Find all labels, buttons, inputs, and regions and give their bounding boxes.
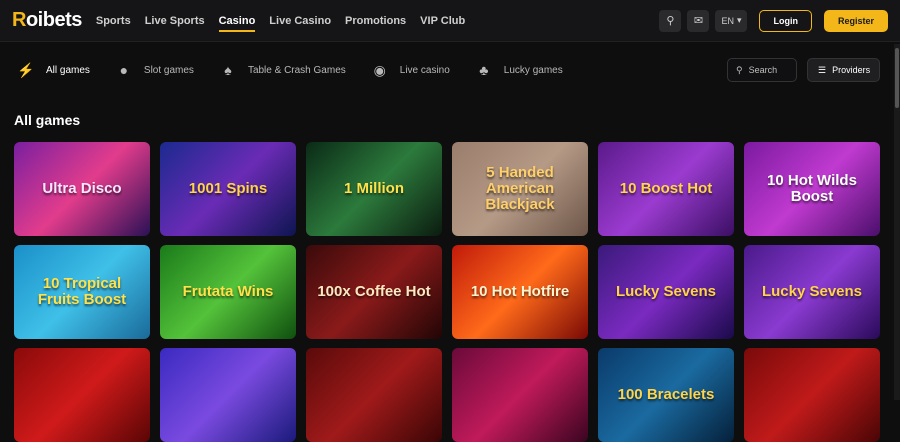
game-tile[interactable]: Lucky Sevens [744, 245, 880, 339]
game-tile[interactable] [160, 348, 296, 442]
search-placeholder: Search [748, 65, 778, 75]
category-label: Live casino [399, 64, 450, 76]
nav-vip-club[interactable]: VIP Club [420, 2, 465, 40]
chip-icon: ◉ [373, 61, 386, 78]
top-navbar: Roibets Sports Live Sports Casino Live C… [0, 0, 900, 42]
game-title: Lucky Sevens [761, 283, 863, 301]
game-title: 10 Tropical Fruits Boost [37, 275, 127, 308]
category-live-casino[interactable]: ◉ Live casino [368, 58, 450, 82]
page-scrollbar[interactable] [894, 44, 900, 400]
game-tile[interactable] [744, 348, 880, 442]
chat-icon[interactable]: ✉ [687, 9, 710, 32]
game-tile[interactable]: 10 Hot Hotfire [452, 245, 588, 339]
game-tile[interactable]: Ultra Disco [14, 142, 150, 236]
game-tile[interactable] [14, 348, 150, 442]
cherry-icon: ● [119, 62, 129, 78]
game-title: 10 Hot Wilds Boost [767, 172, 857, 205]
main-nav: Sports Live Sports Casino Live Casino Pr… [96, 2, 479, 40]
scrollbar-thumb[interactable] [895, 48, 899, 108]
category-label: Slot games [143, 64, 194, 76]
category-table-crash-games[interactable]: ♠ Table & Crash Games [216, 58, 346, 82]
chevron-down-icon: ▾ [736, 15, 742, 25]
category-label: All games [46, 64, 90, 76]
game-tile[interactable] [452, 348, 588, 442]
game-title: 10 Hot Hotfire [470, 283, 570, 301]
game-tile[interactable]: 1 Million [306, 142, 442, 236]
game-title: 1001 Spins [188, 180, 268, 198]
game-title: Frutata Wins [182, 283, 274, 301]
list-icon: ☰ [818, 64, 827, 75]
search-icon[interactable]: ⚲ [659, 9, 682, 32]
clover-icon: ♣ [479, 62, 489, 78]
game-title: 10 Boost Hot [619, 180, 713, 198]
game-tile[interactable]: 100 Bracelets [598, 348, 734, 442]
category-label: Lucky games [503, 64, 563, 76]
game-title: Lucky Sevens [615, 283, 717, 301]
game-tile[interactable]: 100x Coffee Hot [306, 245, 442, 339]
game-tile[interactable]: 10 Boost Hot [598, 142, 734, 236]
game-title: Ultra Disco [42, 180, 122, 198]
lightning-icon: ⚡ [17, 61, 35, 78]
search-icon: ⚲ [736, 64, 743, 75]
nav-sports[interactable]: Sports [96, 2, 131, 40]
category-all-games[interactable]: ⚡ All games [14, 58, 90, 82]
game-title: 100 Bracelets [617, 386, 715, 404]
top-right-actions: ⚲ ✉ EN ▾ Login Register [659, 9, 888, 32]
nav-casino[interactable]: Casino [218, 2, 255, 40]
providers-label: Providers [832, 65, 871, 75]
game-tile[interactable]: 5 Handed American Blackjack [452, 142, 588, 236]
section-title: All games [14, 112, 81, 128]
game-tile[interactable]: 1001 Spins [160, 142, 296, 236]
game-tile[interactable]: 10 Hot Wilds Boost [744, 142, 880, 236]
category-label: Table & Crash Games [247, 64, 346, 76]
game-tile[interactable]: Lucky Sevens [598, 245, 734, 339]
logo-initial: R [12, 9, 26, 31]
login-button[interactable]: Login [759, 9, 812, 32]
nav-live-casino[interactable]: Live Casino [269, 2, 331, 40]
language-label: EN [721, 15, 734, 26]
category-lucky-games[interactable]: ♣ Lucky games [472, 58, 563, 82]
game-tile[interactable] [306, 348, 442, 442]
providers-button[interactable]: ☰ Providers [807, 58, 880, 82]
category-slot-games[interactable]: ● Slot games [112, 58, 194, 82]
game-title: 1 Million [344, 180, 404, 198]
search-field[interactable]: ⚲ Search [727, 58, 797, 82]
register-button[interactable]: Register [823, 9, 888, 32]
nav-promotions[interactable]: Promotions [345, 2, 406, 40]
game-title: 5 Handed American Blackjack [485, 164, 555, 213]
category-bar: ⚡ All games ● Slot games ♠ Table & Crash… [0, 50, 900, 90]
nav-live-sports[interactable]: Live Sports [145, 2, 205, 40]
brand-logo[interactable]: Roibets [12, 9, 82, 32]
game-tile[interactable]: 10 Tropical Fruits Boost [14, 245, 150, 339]
cards-icon: ♠ [224, 62, 232, 78]
game-title: 100x Coffee Hot [317, 283, 431, 301]
game-tile[interactable]: Frutata Wins [160, 245, 296, 339]
logo-text: oibets [25, 9, 82, 31]
language-selector[interactable]: EN ▾ [715, 9, 748, 32]
